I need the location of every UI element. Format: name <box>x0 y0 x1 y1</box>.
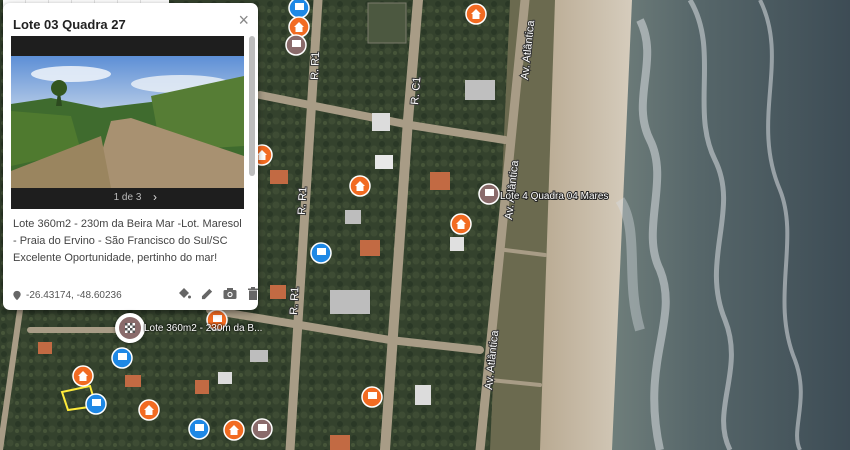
house-marker[interactable] <box>138 399 160 421</box>
info-actions <box>175 284 262 302</box>
flag-marker[interactable] <box>310 242 332 264</box>
checkered-flag-icon <box>119 317 141 339</box>
style-button[interactable] <box>175 284 193 302</box>
paint-bucket-icon <box>179 288 191 299</box>
photo-button[interactable] <box>221 284 239 302</box>
close-icon: × <box>238 10 249 30</box>
street-label-c1: R. C1 <box>409 76 423 105</box>
info-window: Lote 03 Quadra 27 × 1 de 3 › Lote 360m2 … <box>3 3 258 310</box>
flag-marker[interactable] <box>478 183 500 205</box>
street-label-r1-top: R. R1 <box>309 52 322 81</box>
trash-icon <box>248 286 258 300</box>
flag-marker[interactable] <box>288 0 310 19</box>
flag-marker[interactable] <box>285 34 307 56</box>
flag-marker[interactable] <box>251 418 273 440</box>
info-window-title: Lote 03 Quadra 27 <box>13 17 126 32</box>
flag-marker[interactable] <box>85 393 107 415</box>
next-photo-button[interactable]: › <box>153 190 157 204</box>
street-label-r1-mid: R. R1 <box>296 186 309 215</box>
house-marker[interactable] <box>349 175 371 197</box>
house-marker[interactable] <box>465 3 487 25</box>
house-marker[interactable] <box>288 16 310 38</box>
selected-marker[interactable] <box>115 313 145 343</box>
marker-label-lote4: Lote 4 Quadra 04 Mares <box>500 191 608 202</box>
camera-icon <box>223 287 237 299</box>
photo-gallery[interactable]: 1 de 3 › <box>11 36 244 209</box>
delete-button[interactable] <box>244 284 262 302</box>
house-marker[interactable] <box>223 419 245 441</box>
pencil-icon <box>201 288 212 299</box>
info-scrollbar[interactable] <box>248 36 256 244</box>
lot-description: Lote 360m2 - 230m da Beira Mar -Lot. Mar… <box>13 218 242 264</box>
house-marker[interactable] <box>72 365 94 387</box>
flag-marker[interactable] <box>111 347 133 369</box>
street-label-r1-bottom: R. R1 <box>288 286 301 315</box>
close-button[interactable]: × <box>238 10 249 30</box>
flag-marker[interactable] <box>188 418 210 440</box>
coordinates: -26.43174, -48.60236 <box>13 290 122 301</box>
scrollbar-thumb[interactable] <box>249 36 255 176</box>
flag-marker[interactable] <box>361 386 383 408</box>
lot-photo[interactable] <box>11 56 244 188</box>
pin-icon <box>13 290 21 301</box>
house-marker[interactable] <box>450 213 472 235</box>
gallery-counter: 1 de 3 <box>113 192 142 203</box>
chevron-right-icon: › <box>153 190 157 204</box>
edit-button[interactable] <box>198 284 216 302</box>
coordinates-value: -26.43174, -48.60236 <box>26 290 122 301</box>
selected-marker-label: Lote 360m2 - 230m da B... <box>144 323 263 334</box>
